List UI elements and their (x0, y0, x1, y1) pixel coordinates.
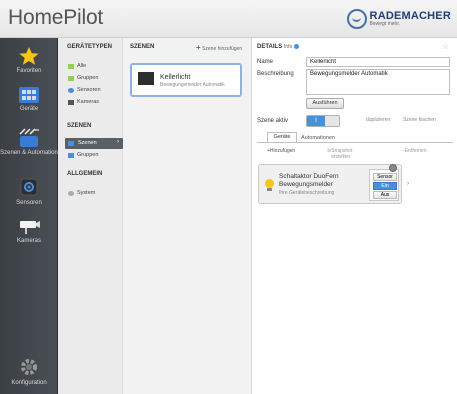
scene-active-label: Szene aktiv (257, 118, 289, 124)
sidebar-label-configuration: Konfiguration (11, 380, 47, 386)
camera-icon (20, 221, 40, 234)
sidebar-item-devices[interactable]: Geräte (0, 86, 58, 113)
clapperboard-icon (138, 72, 154, 85)
sidebar-label-devices: Geräte (19, 106, 39, 112)
description-field[interactable]: Bewegungsmelder Automatik (306, 69, 450, 95)
scene-card-kellerlicht[interactable]: Kellerlicht Bewegungsmelder Automatik (130, 63, 242, 97)
type-item-groups[interactable]: Gruppen (68, 75, 98, 81)
device-name: Schaltaktor DuoFern Bewegungsmelder (279, 173, 339, 188)
add-device-button[interactable]: + Hinzufügen (267, 148, 295, 154)
chevron-right-icon[interactable]: › (407, 181, 409, 187)
type-item-scenes-active[interactable]: Szenen › (65, 138, 123, 149)
device-description: Ihre Gerätebeschreibung (279, 190, 335, 196)
add-scene-button[interactable]: + Szene hinzufügen (196, 43, 242, 52)
type-item-all[interactable]: Alle (68, 63, 86, 69)
scene-active-toggle[interactable]: I (306, 115, 340, 127)
scene-name: Kellerlicht (160, 74, 191, 81)
snapshot-button[interactable]: ⊖ Snapshot erstellen (327, 148, 352, 160)
name-field[interactable] (306, 57, 450, 67)
tab-divider (257, 142, 453, 143)
system-icon (68, 190, 74, 196)
remove-device-button[interactable]: − Entfernen (402, 148, 427, 154)
type-item-scene-groups[interactable]: Gruppen (68, 152, 98, 158)
cameras-icon (68, 99, 74, 105)
device-settings-icon[interactable] (389, 164, 397, 172)
name-label: Name (257, 59, 274, 65)
device-types-title: GERÄTETYPEN (67, 44, 113, 50)
app-title: HomePilot (8, 6, 104, 29)
brand-logo-icon (346, 9, 367, 29)
sidebar-label-favorites: Favoriten (16, 68, 42, 74)
details-panel: DETAILS Info ☆ Name Beschreibung Bewegun… (253, 38, 457, 394)
plus-icon: + (196, 43, 201, 52)
delete-scene-link[interactable]: Szene löschen (403, 117, 436, 123)
device-card[interactable]: Schaltaktor DuoFern Bewegungsmelder Ihre… (258, 164, 409, 204)
groups-icon (68, 75, 74, 81)
duplicate-link[interactable]: duplizieren (366, 117, 390, 123)
scenes-item-icon (68, 141, 74, 146)
sidebar-item-configuration[interactable]: Konfiguration (0, 356, 58, 387)
device-types-column: GERÄTETYPEN Alle Gruppen Sensoren Kamera… (58, 38, 123, 394)
gear-icon (21, 359, 37, 375)
device-grid-icon (19, 87, 39, 103)
info-icon[interactable] (293, 44, 299, 49)
on-button[interactable]: Ein (373, 182, 397, 190)
app-header: HomePilot RADEMACHER Bewegt mehr. (0, 0, 457, 38)
sidebar-label-cameras: Kameras (16, 238, 41, 244)
brand-tagline: Bewegt mehr. (369, 21, 401, 27)
device-action-group: Sensor Ein Aus (369, 169, 399, 201)
all-icon (68, 63, 74, 69)
sensor-icon (20, 178, 38, 196)
details-title: DETAILS Info (257, 44, 299, 50)
type-item-sensors[interactable]: Sensoren (68, 87, 101, 93)
description-label: Beschreibung (257, 71, 294, 77)
light-bulb-icon (265, 179, 274, 191)
execute-button[interactable]: Ausführen (306, 98, 344, 109)
sidebar-label-scenes: Szenen & Automation (0, 150, 58, 156)
sidebar-label-sensors: Sensoren (16, 200, 42, 206)
type-item-cameras[interactable]: Kameras (68, 99, 99, 105)
type-item-system[interactable]: System (68, 190, 95, 196)
main-sidebar: Favoriten Geräte Szenen & Automation Sen… (0, 38, 58, 394)
chevron-right-icon: › (117, 139, 119, 145)
scene-icon (19, 128, 39, 147)
info-link[interactable]: Info (284, 44, 292, 50)
sidebar-item-sensors[interactable]: Sensoren (0, 176, 58, 207)
brand-logo: RADEMACHER Bewegt mehr. (346, 8, 451, 30)
toggle-on-indicator: I (307, 116, 325, 126)
sensor-button[interactable]: Sensor (373, 173, 397, 181)
sidebar-item-cameras[interactable]: Kameras (0, 216, 58, 245)
tab-automations[interactable]: Automationen (301, 135, 335, 141)
scenes-list-title: SZENEN (130, 44, 155, 50)
scene-groups-icon (68, 152, 74, 158)
scenes-section-title: SZENEN (67, 123, 92, 129)
sensors-icon (68, 87, 74, 93)
sidebar-item-favorites[interactable]: Favoriten (0, 46, 58, 75)
scenes-panel: GERÄTETYPEN Alle Gruppen Sensoren Kamera… (58, 38, 252, 394)
star-icon (19, 47, 39, 65)
favorite-star-icon[interactable]: ☆ (442, 42, 449, 51)
scene-description: Bewegungsmelder Automatik (160, 82, 225, 88)
device-toolbar: + Hinzufügen ⊖ Snapshot erstellen − Entf… (257, 145, 453, 160)
off-button[interactable]: Aus (373, 191, 397, 199)
general-section-title: ALLGEMEIN (67, 171, 103, 177)
sidebar-item-scenes[interactable]: Szenen & Automation (0, 126, 58, 157)
